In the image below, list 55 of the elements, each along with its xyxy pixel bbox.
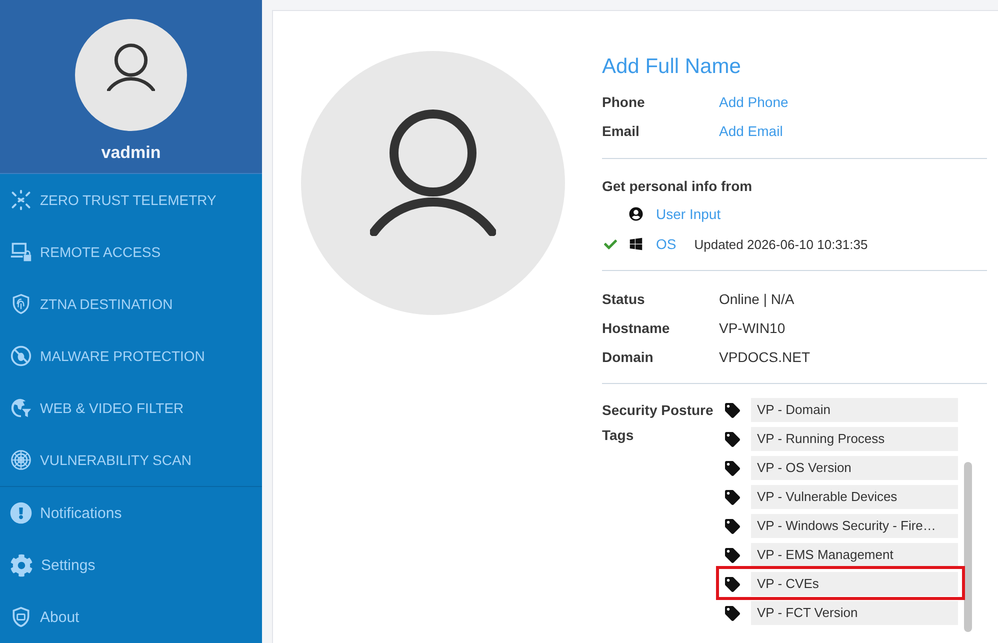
tag-label: VP - EMS Management [751,543,958,567]
dashed-cross-icon [10,189,32,211]
tag-label: VP - FCT Version [751,601,958,625]
tag-label: VP - CVEs [751,572,958,596]
nav-item[interactable]: REMOTE ACCESS [0,226,262,278]
globe-filter-icon [10,397,32,419]
radar-icon [10,449,32,471]
nav-item[interactable]: MALWARE PROTECTION [0,330,262,382]
field-link[interactable]: Add Phone [719,94,788,110]
nav-item[interactable]: Settings [0,539,262,591]
nav-item[interactable]: WEB & VIDEO FILTER [0,382,262,434]
nav-item[interactable]: Notifications [0,487,262,539]
field-label: Email [602,122,640,138]
tag-label: VP - Windows Security - Fire… [751,514,958,538]
tag-icon [725,548,740,562]
nav-item[interactable]: VULNERABILITY SCAN [0,434,262,486]
tag-label: VP - OS Version [751,456,958,480]
updated-time: Updated 2026-06-10 10:31:35 [694,236,868,252]
alert-icon [10,502,32,524]
scrollbar-thumb[interactable] [964,462,972,632]
source-link[interactable]: User Input [656,206,721,222]
field-label: Status [602,290,646,306]
field-value: VP-WIN10 [719,320,786,336]
person-icon [107,42,155,92]
field-label: Hostname [602,320,671,336]
windows-icon [629,237,643,251]
nav-item[interactable]: About [0,591,262,643]
laptop-lock-icon [10,241,32,263]
shield-fingerprint-icon [10,293,32,315]
username: vadmin [101,143,161,163]
field-value: Online | N/A [719,290,794,306]
tag-icon [725,606,740,620]
source-link[interactable]: OS [656,236,676,252]
tag-label: VP - Domain [751,398,958,422]
field-value: VPDOCS.NET [719,348,810,364]
field-label: Domain [602,348,654,364]
field-label: Phone [602,94,646,110]
tag-icon [725,518,740,534]
field-link[interactable]: Add Email [719,122,783,138]
nav-item[interactable]: ZERO TRUST TELEMETRY [0,174,262,226]
no-bug-icon [10,345,32,367]
field-label: Security Posture Tags [602,401,714,445]
tag-icon [725,576,740,592]
tag-label: VP - Vulnerable Devices [751,485,958,509]
tag-icon [725,402,740,418]
full-name-link[interactable]: Add Full Name [602,53,741,81]
shield-icon [10,606,32,628]
tag-icon [725,460,740,476]
nav-item[interactable]: ZTNA DESTINATION [0,278,262,330]
section-heading: Get personal info from [602,177,754,196]
person-icon [370,108,496,236]
tag-icon [725,490,740,504]
tag-icon [725,432,740,446]
tag-label: VP - Running Process [751,427,958,451]
settings-icon [10,554,33,576]
